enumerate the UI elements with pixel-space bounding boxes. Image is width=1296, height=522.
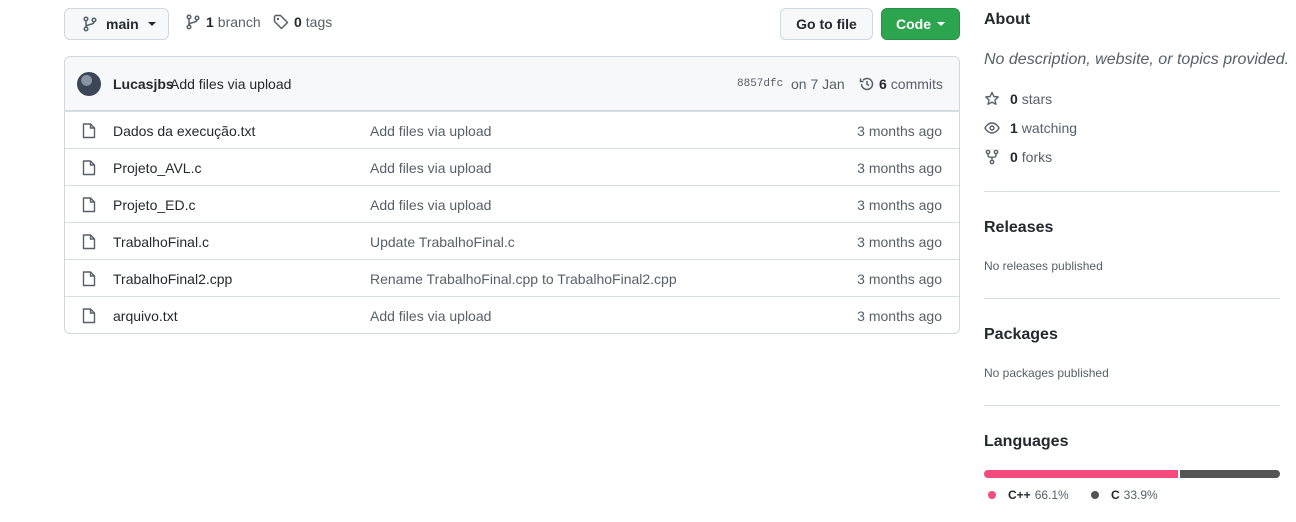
watching-label: watching: [1021, 120, 1078, 136]
sidebar-divider: [984, 298, 1280, 299]
repo-sidebar: About No description, website, or topics…: [984, 0, 1289, 522]
file-row: TrabalhoFinal.c Update TrabalhoFinal.c 3…: [65, 222, 959, 259]
language-bar-segment: [1180, 470, 1280, 478]
releases-heading[interactable]: Releases: [984, 219, 1053, 237]
go-to-file-button[interactable]: Go to file: [780, 8, 873, 40]
stars-count: 0: [1010, 91, 1018, 107]
file-icon: [82, 197, 96, 213]
watching-link[interactable]: 1 watching: [984, 120, 1077, 136]
languages-bar: [984, 470, 1280, 478]
file-name-link[interactable]: Dados da execução.txt: [113, 123, 255, 139]
eye-icon: [984, 122, 1000, 134]
file-age: 3 months ago: [857, 308, 942, 324]
stars-link[interactable]: 0 stars: [984, 91, 1052, 107]
avatar[interactable]: [77, 72, 101, 96]
packages-heading[interactable]: Packages: [984, 326, 1058, 344]
git-branch-icon: [186, 14, 200, 30]
commit-message-link[interactable]: Add files via upload: [170, 76, 291, 92]
file-commit-message-link[interactable]: Add files via upload: [370, 123, 491, 139]
latest-commit-bar: Lucasjbs Add files via upload 8857dfc on…: [65, 57, 959, 111]
commit-date[interactable]: on 7 Jan: [791, 76, 845, 92]
file-age: 3 months ago: [857, 271, 942, 287]
repo-forked-icon: [985, 149, 999, 165]
file-age: 3 months ago: [857, 234, 942, 250]
commits-history-link[interactable]: 6 commits: [859, 76, 943, 92]
sidebar-divider: [984, 191, 1280, 192]
file-icon: [82, 308, 96, 324]
file-icon: [82, 271, 96, 287]
file-age: 3 months ago: [857, 123, 942, 139]
chevron-down-icon: [937, 22, 945, 26]
about-description: No description, website, or topics provi…: [984, 51, 1290, 68]
language-legend-c[interactable]: C 33.9%: [1091, 488, 1158, 502]
file-list: Lucasjbs Add files via upload 8857dfc on…: [64, 56, 960, 334]
file-name-link[interactable]: Projeto_AVL.c: [113, 160, 201, 176]
language-color-dot: [988, 491, 996, 499]
language-color-dot: [1091, 491, 1099, 499]
releases-empty-text: No releases published: [984, 259, 1103, 273]
language-legend-cpp[interactable]: C++ 66.1%: [988, 488, 1069, 502]
tags-link[interactable]: 0 tags: [273, 14, 332, 30]
commit-sha-link[interactable]: 8857dfc: [737, 78, 783, 90]
watching-count: 1: [1010, 120, 1018, 136]
languages-heading: Languages: [984, 433, 1069, 450]
commit-author-link[interactable]: Lucasjbs: [113, 76, 174, 92]
commits-label: commits: [890, 76, 943, 92]
file-row: Dados da execução.txt Add files via uplo…: [65, 111, 959, 148]
file-commit-message-link[interactable]: Add files via upload: [370, 160, 491, 176]
tag-icon: [273, 14, 289, 30]
file-commit-message-link[interactable]: Add files via upload: [370, 197, 491, 213]
file-commit-message-link[interactable]: Add files via upload: [370, 308, 491, 324]
sidebar-divider: [984, 405, 1280, 406]
file-name-link[interactable]: arquivo.txt: [113, 308, 178, 324]
file-row: Projeto_ED.c Add files via upload 3 mont…: [65, 185, 959, 222]
chevron-down-icon: [147, 22, 156, 26]
packages-empty-text: No packages published: [984, 366, 1109, 380]
repo-toolbar: main 1 branch 0 tags Go to file Code: [64, 8, 960, 40]
commits-count: 6: [879, 76, 887, 92]
file-name-link[interactable]: TrabalhoFinal.c: [113, 234, 209, 250]
forks-link[interactable]: 0 forks: [984, 149, 1052, 165]
tags-count: 0: [294, 14, 302, 30]
file-name-link[interactable]: Projeto_ED.c: [113, 197, 195, 213]
file-row: TrabalhoFinal2.cpp Rename TrabalhoFinal.…: [65, 259, 959, 296]
forks-count: 0: [1010, 149, 1018, 165]
file-commit-message-link[interactable]: Rename TrabalhoFinal.cpp to TrabalhoFina…: [370, 271, 677, 287]
star-icon: [985, 91, 999, 105]
file-icon: [82, 160, 96, 176]
code-button-label: Code: [896, 16, 931, 32]
about-heading: About: [984, 11, 1031, 28]
branches-count: 1: [206, 14, 214, 30]
git-branch-icon: [83, 16, 97, 32]
forks-label: forks: [1021, 149, 1053, 165]
stars-label: stars: [1021, 91, 1053, 107]
branch-selector-button[interactable]: main: [64, 8, 169, 40]
branches-link[interactable]: 1 branch: [185, 14, 261, 30]
language-bar-segment: [984, 470, 1179, 478]
branches-label: branch: [217, 14, 261, 30]
file-age: 3 months ago: [857, 197, 942, 213]
file-icon: [82, 234, 96, 250]
file-age: 3 months ago: [857, 160, 942, 176]
code-button[interactable]: Code: [881, 8, 960, 40]
language-percent: 33.9%: [1123, 488, 1158, 502]
history-icon: [859, 77, 874, 91]
file-row: arquivo.txt Add files via upload 3 month…: [65, 296, 959, 333]
language-name: C++: [1008, 488, 1031, 502]
file-commit-message-link[interactable]: Update TrabalhoFinal.c: [370, 234, 515, 250]
language-name: C: [1111, 488, 1120, 502]
language-percent: 66.1%: [1034, 488, 1069, 502]
file-icon: [82, 123, 96, 139]
branch-name: main: [106, 16, 139, 32]
file-name-link[interactable]: TrabalhoFinal2.cpp: [113, 271, 232, 287]
file-row: Projeto_AVL.c Add files via upload 3 mon…: [65, 148, 959, 185]
tags-label: tags: [305, 14, 333, 30]
